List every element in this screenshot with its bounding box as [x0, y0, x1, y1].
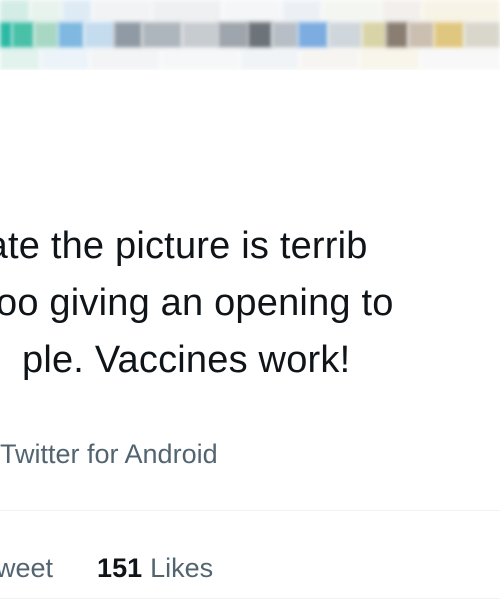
- tweet-text-line: ple. Vaccines work!: [22, 339, 351, 381]
- likes-count: 151: [97, 552, 143, 583]
- tweet-stats: weet 151 Likes: [0, 546, 213, 590]
- divider: [0, 510, 500, 511]
- retweets-label: weet: [0, 552, 54, 583]
- pixel-row-bottom: [0, 48, 500, 70]
- pixelated-header: [0, 0, 500, 70]
- tweet-text-line: iate the picture is terrib: [0, 225, 368, 267]
- tweet-source-link[interactable]: Twitter for Android: [0, 434, 218, 474]
- pixel-row-middle: [0, 22, 500, 48]
- likes-stat[interactable]: 151 Likes: [97, 553, 213, 584]
- tweet-text: iate the picture is terrib oo giving an …: [0, 218, 500, 389]
- divider: [0, 598, 500, 599]
- likes-label: Likes: [150, 552, 214, 583]
- retweets-stat[interactable]: weet: [0, 553, 53, 584]
- tweet-text-line: oo giving an opening to: [0, 282, 394, 324]
- pixel-row-top: [0, 0, 500, 22]
